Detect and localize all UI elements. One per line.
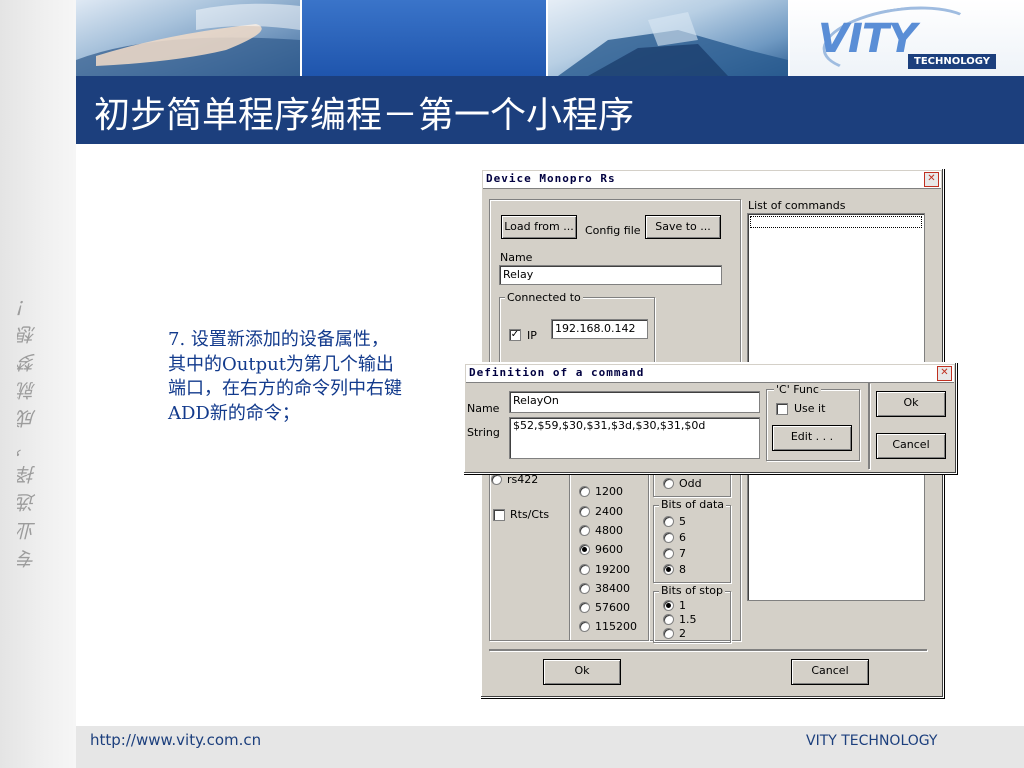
baud-radio-115200[interactable] [579, 621, 590, 632]
device-cancel-button[interactable]: Cancel [791, 659, 869, 685]
command-string-label: String [467, 426, 500, 439]
device-dialog-title: Device Monopro Rs [486, 172, 616, 185]
bits-data-label: Bits of data [659, 498, 727, 511]
bottom-divider [489, 649, 927, 651]
bits-stop-radio-2[interactable] [663, 628, 674, 639]
device-dialog-titlebar[interactable]: Device Monopro Rs ✕ [483, 171, 941, 189]
baud-label-19200: 19200 [595, 563, 630, 576]
parity-odd-radio[interactable] [663, 478, 674, 489]
baud-label-38400: 38400 [595, 582, 630, 595]
bits-data-label-8: 8 [679, 563, 686, 576]
keyboard-photo-art [76, 3, 300, 76]
command-dialog-titlebar[interactable]: Definition of a command ✕ [466, 365, 954, 383]
ip-checkbox[interactable]: ✓ [509, 329, 521, 341]
device-name-field[interactable]: Relay [499, 265, 722, 285]
baud-radio-19200[interactable] [579, 564, 590, 575]
ip-address-field[interactable]: 192.168.0.142 [551, 319, 648, 339]
ip-label: IP [527, 329, 537, 342]
bits-stop-label-1: 1 [679, 599, 686, 612]
command-name-field[interactable]: RelayOn [509, 391, 760, 413]
edit-button[interactable]: Edit . . . [772, 425, 852, 451]
command-string-field[interactable]: $52,$59,$30,$31,$3d,$30,$31,$0d [509, 417, 760, 459]
bits-data-label-7: 7 [679, 547, 686, 560]
use-it-label: Use it [794, 402, 826, 415]
command-name-label: Name [467, 402, 500, 415]
bits-stop-radio-1[interactable] [663, 600, 674, 611]
bits-data-radio-8[interactable] [663, 564, 674, 575]
baud-label-57600: 57600 [595, 601, 630, 614]
bits-data-radio-7[interactable] [663, 548, 674, 559]
baud-label-9600: 9600 [595, 543, 623, 556]
bits-data-radio-6[interactable] [663, 532, 674, 543]
baud-radio-4800[interactable] [579, 525, 590, 536]
footer-url[interactable]: http://www.vity.com.cn [90, 731, 261, 749]
slide-title: 初步简单程序编程－第一个小程序 [94, 95, 635, 136]
step-description: 7. 设置新添加的设备属性，其中的Output为第几个输出端口，在右方的命令列中… [168, 329, 402, 424]
header-photo-buildings [548, 0, 788, 76]
logo-wordmark: VITY [818, 16, 917, 62]
bits-stop-radio-1-5[interactable] [663, 614, 674, 625]
logo-subtitle: TECHNOLOGY [908, 54, 996, 69]
baud-label-4800: 4800 [595, 524, 623, 537]
header-photo-blue [302, 0, 546, 76]
name-label: Name [500, 251, 533, 264]
rts-cts-label: Rts/Cts [510, 508, 550, 521]
bits-data-label-6: 6 [679, 531, 686, 544]
baud-radio-1200[interactable] [579, 486, 590, 497]
header-photo-keyboard [76, 0, 300, 76]
device-ok-button[interactable]: Ok [543, 659, 621, 685]
command-dialog: Definition of a command ✕ Name RelayOn S… [463, 362, 957, 474]
commands-list-focus [750, 216, 922, 228]
load-from-button[interactable]: Load from ... [501, 215, 577, 239]
bits-stop-label-2: 2 [679, 627, 686, 640]
baud-radio-57600[interactable] [579, 602, 590, 613]
baud-label-1200: 1200 [595, 485, 623, 498]
connected-to-label: Connected to [505, 291, 583, 304]
rs422-radio[interactable] [491, 474, 502, 485]
vertical-slogan: 专业选择，成就梦想！ [17, 288, 39, 568]
config-file-label: Config file [585, 224, 641, 237]
bits-stop-label-1-5: 1.5 [679, 613, 697, 626]
use-it-checkbox[interactable] [776, 403, 788, 415]
command-buttons-divider [868, 383, 870, 469]
rts-cts-checkbox[interactable] [493, 509, 505, 521]
close-icon[interactable]: ✕ [937, 366, 952, 381]
close-icon[interactable]: ✕ [924, 172, 939, 187]
command-dialog-title: Definition of a command [469, 366, 645, 379]
bits-stop-label: Bits of stop [659, 584, 725, 597]
bits-data-label-5: 5 [679, 515, 686, 528]
baud-label-115200: 115200 [595, 620, 637, 633]
baud-label-2400: 2400 [595, 505, 623, 518]
rs422-label: rs422 [507, 473, 539, 486]
parity-odd-label: Odd [679, 477, 702, 490]
footer-brand: VITY TECHNOLOGY [806, 733, 938, 749]
bits-data-radio-5[interactable] [663, 516, 674, 527]
save-to-button[interactable]: Save to ... [645, 215, 721, 239]
command-ok-button[interactable]: Ok [876, 391, 946, 417]
command-cancel-button[interactable]: Cancel [876, 433, 946, 459]
c-func-label: 'C' Func [774, 383, 821, 396]
commands-list-label: List of commands [748, 199, 846, 212]
baud-radio-2400[interactable] [579, 506, 590, 517]
buildings-photo-art [558, 12, 788, 76]
baud-radio-38400[interactable] [579, 583, 590, 594]
baud-radio-9600[interactable] [579, 544, 590, 555]
